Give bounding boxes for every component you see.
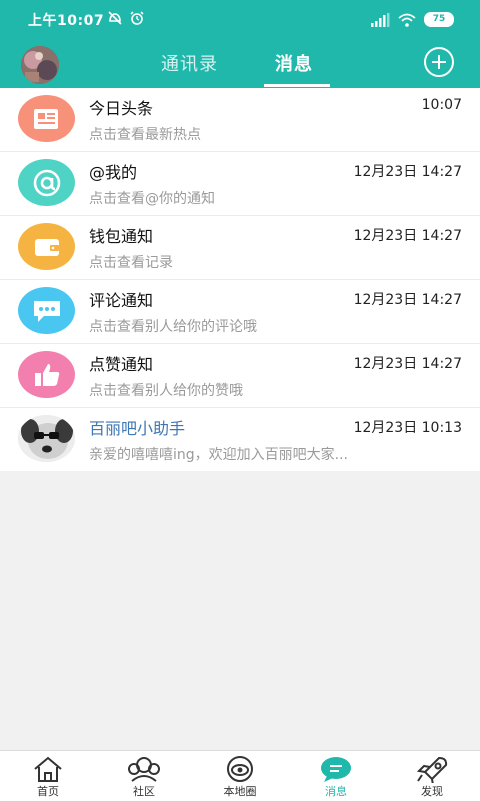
status-left-icons	[107, 10, 145, 26]
item-subtitle: 点击查看别人给你的赞哦	[89, 383, 243, 399]
local-circle-icon	[227, 756, 253, 782]
at-sign-icon	[18, 159, 75, 206]
dog-avatar	[18, 415, 75, 462]
nav-label: 本地圈	[223, 785, 257, 798]
status-time: 上午10:07	[28, 13, 105, 29]
home-icon	[34, 756, 62, 782]
nav-messages[interactable]: 消息	[288, 751, 384, 801]
list-item[interactable]: 今日头条 点击查看最新热点 10:07	[0, 88, 480, 152]
item-title: 钱包通知	[89, 227, 154, 246]
nav-label: 社区	[133, 785, 155, 798]
nav-local-circle[interactable]: 本地圈	[192, 751, 288, 801]
item-time: 12月23日 10:13	[353, 420, 462, 436]
wallet-icon	[18, 223, 75, 270]
wifi-icon	[398, 13, 416, 27]
item-title: 今日头条	[89, 99, 154, 118]
tab-messages[interactable]: 消息	[275, 50, 313, 76]
rocket-icon	[416, 756, 448, 783]
status-right-icons: 75	[370, 12, 454, 27]
item-title: 百丽吧小助手	[89, 419, 186, 438]
item-subtitle: 点击查看记录	[89, 255, 173, 271]
nav-label: 首页	[37, 785, 59, 798]
add-button[interactable]	[424, 47, 454, 77]
item-subtitle: 亲爱的嘻嘻嘻ing，欢迎加入百丽吧大家...	[89, 447, 348, 463]
newspaper-icon	[18, 95, 75, 142]
list-item[interactable]: 点赞通知 点击查看别人给你的赞哦 12月23日 14:27	[0, 344, 480, 408]
tab-contacts[interactable]: 通讯录	[161, 50, 218, 76]
list-item[interactable]: 百丽吧小助手 亲爱的嘻嘻嘻ing，欢迎加入百丽吧大家... 12月23日 10:…	[0, 408, 480, 471]
bottom-nav: 首页 社区 本地圈 消息 发现	[0, 750, 480, 801]
alarm-icon	[130, 11, 144, 25]
item-time: 12月23日 14:27	[353, 164, 462, 180]
user-avatar[interactable]	[21, 46, 59, 84]
item-title: 点赞通知	[89, 355, 154, 374]
status-bar: 上午10:07 75	[0, 0, 480, 38]
avatar-photo	[21, 46, 59, 84]
nav-home[interactable]: 首页	[0, 751, 96, 801]
message-list: 今日头条 点击查看最新热点 10:07 @我的 点击查看@你的通知 12月23日…	[0, 88, 480, 471]
item-time: 12月23日 14:27	[353, 292, 462, 308]
item-time: 10:07	[421, 97, 462, 113]
item-subtitle: 点击查看别人给你的评论哦	[89, 319, 257, 335]
item-subtitle: 点击查看最新热点	[89, 127, 201, 143]
nav-discover[interactable]: 发现	[384, 751, 480, 801]
item-time: 12月23日 14:27	[353, 356, 462, 372]
battery-indicator: 75	[424, 12, 454, 27]
app-header: 上午10:07 75 通讯录 消息	[0, 0, 480, 88]
nav-label: 消息	[325, 785, 347, 798]
comment-bubble-icon	[18, 287, 75, 334]
item-subtitle: 点击查看@你的通知	[89, 191, 215, 207]
nav-label: 发现	[421, 785, 443, 798]
item-title: 评论通知	[89, 291, 154, 310]
list-item[interactable]: @我的 点击查看@你的通知 12月23日 14:27	[0, 152, 480, 216]
do-not-disturb-icon	[108, 11, 122, 25]
nav-community[interactable]: 社区	[96, 751, 192, 801]
list-item[interactable]: 评论通知 点击查看别人给你的评论哦 12月23日 14:27	[0, 280, 480, 344]
item-title: @我的	[89, 163, 138, 182]
community-icon	[128, 757, 160, 782]
top-nav: 通讯录 消息	[0, 38, 480, 88]
signal-icon	[371, 12, 390, 27]
thumbs-up-icon	[18, 351, 75, 398]
list-item[interactable]: 钱包通知 点击查看记录 12月23日 14:27	[0, 216, 480, 280]
active-tab-indicator	[264, 84, 330, 87]
item-time: 12月23日 14:27	[353, 228, 462, 244]
message-icon	[321, 757, 351, 782]
